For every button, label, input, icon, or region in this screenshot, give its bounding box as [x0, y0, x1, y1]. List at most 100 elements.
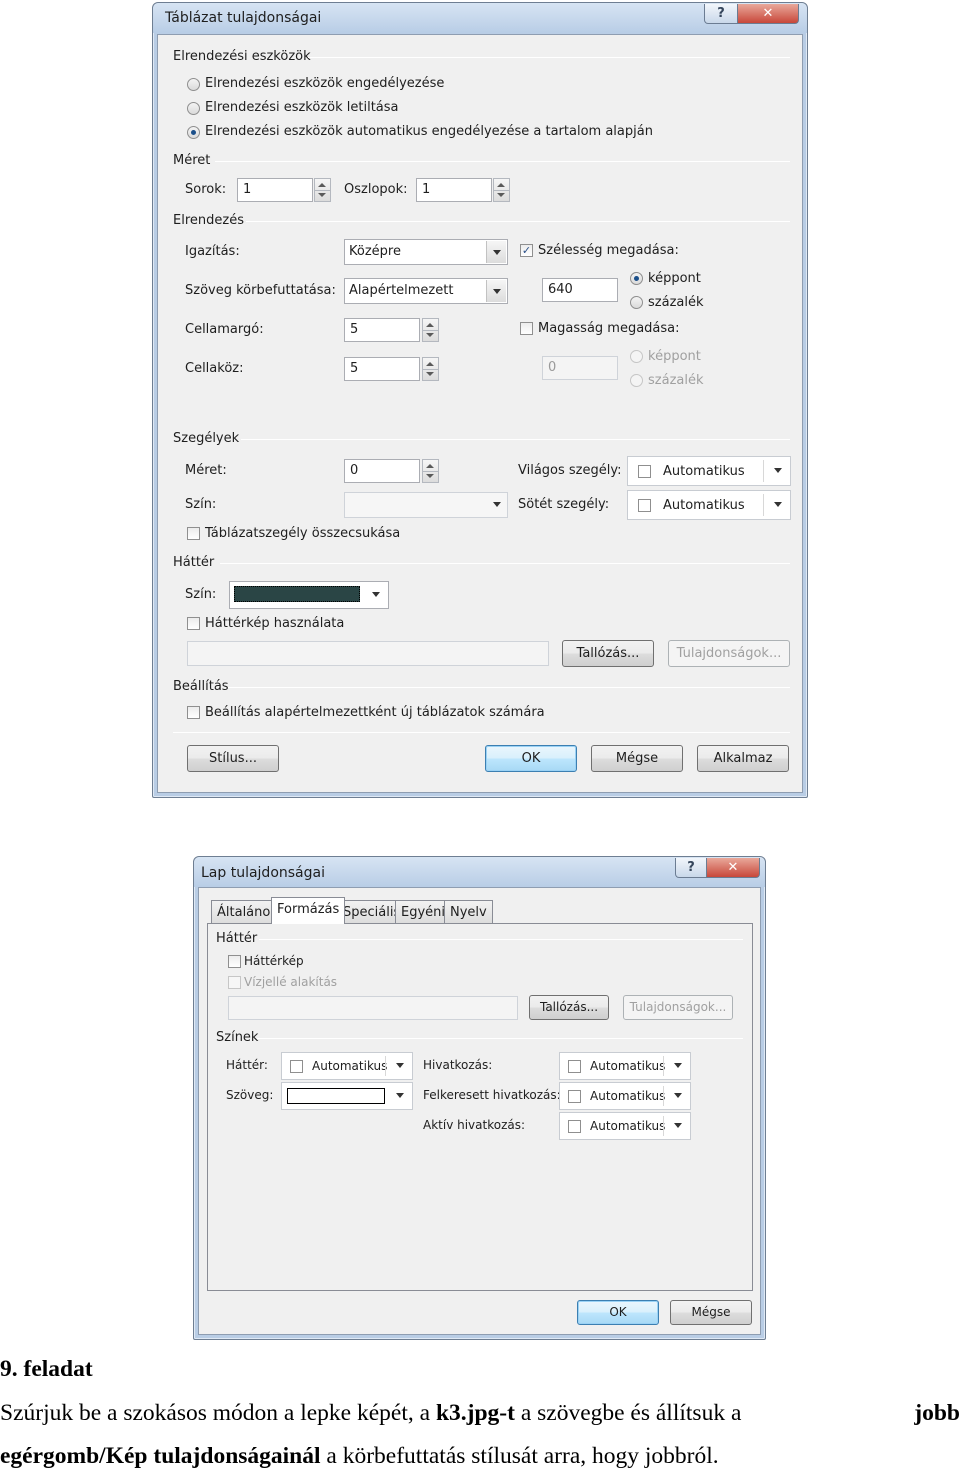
bg-color-picker[interactable]: Automatikus: [281, 1052, 413, 1080]
rows-label: Sorok:: [185, 182, 227, 197]
close-button[interactable]: ✕: [706, 858, 760, 878]
text-run-bold: jobb: [914, 1400, 960, 1426]
light-border-label: Világos szegély:: [518, 463, 622, 478]
chevron-down-icon: [668, 1054, 688, 1080]
watermark-checkbox[interactable]: [228, 976, 241, 989]
chevron-down-icon: [487, 493, 507, 519]
section-arrangement: Elrendezés: [173, 213, 244, 228]
tab-custom[interactable]: Egyéni: [395, 900, 452, 924]
alignment-select[interactable]: Középre: [344, 239, 508, 265]
background-image-path-input[interactable]: [228, 996, 518, 1020]
table-properties-dialog: Táblázat tulajdonságai ? ✕ Elrendezési e…: [152, 2, 808, 798]
text-wrap-value: Alapértelmezett: [349, 283, 454, 298]
dark-border-label: Sötét szegély:: [518, 497, 610, 512]
radio-auto-layout-tools[interactable]: [187, 126, 200, 139]
browse-button[interactable]: Tallózás...: [529, 995, 609, 1020]
height-unit-percent-radio[interactable]: [630, 374, 643, 387]
active-link-color-picker[interactable]: Automatikus: [559, 1112, 691, 1140]
text-wrap-select[interactable]: Alapértelmezett: [344, 278, 508, 304]
height-unit-pixels-radio[interactable]: [630, 350, 643, 363]
background-color-select[interactable]: [229, 581, 389, 609]
section-background: Háttér: [216, 931, 258, 946]
help-button[interactable]: ?: [704, 4, 738, 24]
section-layout-tools: Elrendezési eszközök: [173, 49, 311, 64]
image-properties-button[interactable]: Tulajdonságok...: [668, 640, 790, 667]
section-divider: [241, 439, 790, 440]
page-properties-dialog: Lap tulajdonságai ? ✕ Általános Formázás…: [193, 856, 766, 1340]
color-swatch: [290, 1060, 303, 1073]
width-unit-pixels-label: képpont: [648, 271, 701, 286]
section-divider: [220, 563, 790, 564]
radio-enable-layout-tools[interactable]: [187, 78, 200, 91]
border-size-spinner[interactable]: [422, 459, 439, 483]
height-checkbox[interactable]: [520, 322, 533, 335]
rows-input[interactable]: 1: [237, 178, 313, 202]
text-run: a körbefuttatás stílusát arra, hogy jobb…: [320, 1443, 719, 1469]
apply-button[interactable]: Alkalmaz: [697, 745, 789, 772]
dark-border-color-picker[interactable]: Automatikus: [627, 490, 791, 520]
chevron-down-icon: [668, 1084, 688, 1110]
collapse-border-label: Táblázatszegély összecsukása: [205, 526, 401, 541]
section-divider: [228, 687, 790, 688]
radio-disable-layout-tools[interactable]: [187, 102, 200, 115]
set-as-default-checkbox[interactable]: [187, 706, 200, 719]
background-image-label: Háttérkép: [244, 954, 304, 968]
columns-spinner[interactable]: [493, 178, 510, 202]
width-label: Szélesség megadása:: [538, 243, 679, 258]
section-borders: Szegélyek: [173, 431, 240, 446]
tab-formatting[interactable]: Formázás: [271, 897, 346, 924]
cell-padding-input[interactable]: 5: [344, 318, 420, 342]
exercise-heading: 9. feladat: [0, 1356, 93, 1382]
border-size-label: Méret:: [185, 463, 227, 478]
height-input[interactable]: 0: [542, 356, 618, 380]
width-unit-percent-radio[interactable]: [630, 296, 643, 309]
color-swatch: [568, 1060, 581, 1073]
text-color-swatch: [287, 1088, 385, 1104]
separator: [663, 1056, 664, 1076]
columns-input[interactable]: 1: [416, 178, 492, 202]
background-image-checkbox[interactable]: [228, 955, 241, 968]
collapse-border-checkbox[interactable]: [187, 527, 200, 540]
style-button[interactable]: Stílus...: [187, 745, 279, 772]
visited-link-color-picker[interactable]: Automatikus: [559, 1082, 691, 1110]
width-checkbox[interactable]: ✓: [520, 244, 533, 257]
section-settings: Beállítás: [173, 679, 229, 694]
cancel-button[interactable]: Mégse: [591, 745, 683, 772]
text-color-picker[interactable]: [281, 1082, 413, 1110]
cell-spacing-spinner[interactable]: [422, 357, 439, 381]
browse-button[interactable]: Tallózás...: [562, 640, 654, 667]
cell-spacing-input[interactable]: 5: [344, 357, 420, 381]
ok-button[interactable]: OK: [577, 1300, 659, 1325]
cancel-button[interactable]: Mégse: [670, 1300, 752, 1325]
cell-padding-label: Cellamargó:: [185, 322, 264, 337]
chevron-down-icon: [366, 583, 386, 609]
tab-language[interactable]: Nyelv: [444, 900, 493, 924]
ok-button[interactable]: OK: [485, 745, 577, 772]
separator: [663, 1086, 664, 1106]
use-background-image-label: Háttérkép használata: [205, 616, 345, 631]
width-unit-pixels-radio[interactable]: [630, 272, 643, 285]
section-background: Háttér: [173, 555, 215, 570]
link-color-picker[interactable]: Automatikus: [559, 1052, 691, 1080]
border-size-input[interactable]: 0: [344, 459, 420, 483]
help-button[interactable]: ?: [675, 858, 707, 878]
cell-padding-spinner[interactable]: [422, 318, 439, 342]
dialog-client-area: Általános Formázás Speciális Egyéni Nyel…: [198, 887, 761, 1335]
dialog-title: Lap tulajdonságai: [201, 865, 325, 881]
chevron-down-icon: [768, 493, 788, 519]
light-border-value: Automatikus: [663, 464, 745, 479]
background-color-swatch: [234, 586, 360, 602]
use-background-image-checkbox[interactable]: [187, 617, 200, 630]
visited-link-color-label: Felkeresett hivatkozás:: [423, 1088, 561, 1102]
width-input[interactable]: 640: [542, 278, 618, 302]
image-properties-button[interactable]: Tulajdonságok...: [623, 995, 733, 1020]
radio-label: Elrendezési eszközök automatikus engedél…: [205, 124, 653, 139]
rows-spinner[interactable]: [314, 178, 331, 202]
separator: [763, 494, 764, 516]
dark-border-value: Automatikus: [663, 498, 745, 513]
border-color-select[interactable]: [344, 492, 508, 518]
light-border-color-picker[interactable]: Automatikus: [627, 456, 791, 486]
close-button[interactable]: ✕: [737, 4, 799, 24]
section-divider: [308, 57, 790, 58]
background-image-path-input[interactable]: [187, 641, 549, 666]
